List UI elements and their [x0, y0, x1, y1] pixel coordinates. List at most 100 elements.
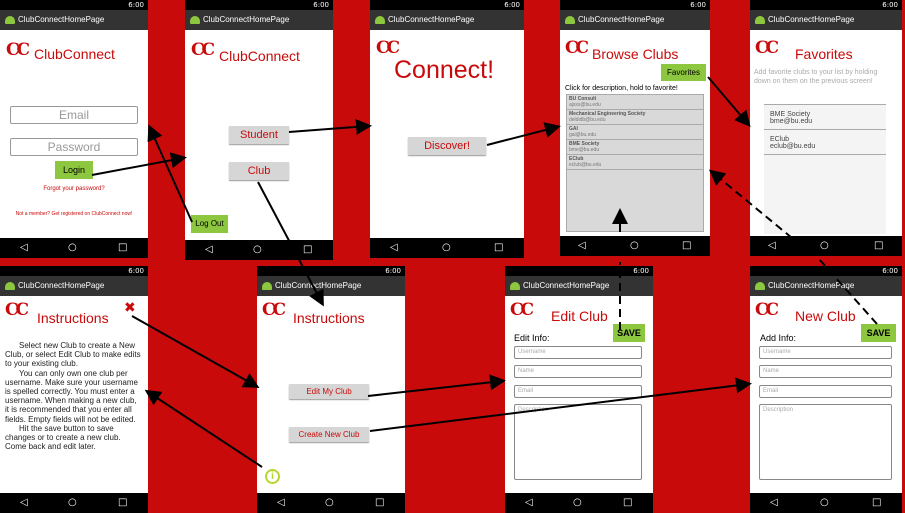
recent-apps-icon[interactable]: □ [118, 493, 127, 513]
home-icon[interactable]: ○ [820, 493, 829, 513]
home-icon[interactable]: ○ [68, 238, 77, 258]
status-bar: 6:00 [750, 0, 902, 10]
nav-bar: ◁ ○ □ [257, 493, 405, 513]
cc-logo: CC [755, 300, 779, 320]
android-icon [375, 16, 385, 24]
instructions-title: Instructions [37, 310, 109, 326]
list-item[interactable]: BU Consult ajsss@bu.edu [567, 95, 703, 110]
close-icon[interactable]: ✖ [124, 300, 136, 316]
home-icon[interactable]: ○ [442, 238, 451, 258]
recent-apps-icon[interactable]: □ [623, 493, 632, 513]
list-item[interactable]: EClub eclub@bu.edu [764, 130, 886, 155]
favorite-name: EClub [770, 136, 790, 143]
recent-apps-icon[interactable]: □ [872, 493, 881, 513]
favorite-name: BME Society [770, 111, 811, 118]
favorites-button[interactable]: Favorites [661, 64, 706, 81]
discover-button[interactable]: Discover! [408, 137, 486, 155]
club-email: eclub@bu.edu [569, 162, 602, 168]
back-icon[interactable]: ◁ [390, 238, 398, 258]
back-icon[interactable]: ◁ [277, 493, 285, 513]
home-icon[interactable]: ○ [253, 240, 262, 260]
favorite-email: eclub@bu.edu [770, 143, 816, 150]
email-field[interactable]: Email [514, 385, 642, 398]
create-new-club-button[interactable]: Create New Club [289, 427, 369, 442]
recent-apps-icon[interactable]: □ [375, 493, 384, 513]
logout-button[interactable]: Log Out [191, 215, 228, 233]
cc-logo: CC [565, 38, 589, 58]
android-icon [565, 16, 575, 24]
browse-hint: Click for description, hold to favorite! [565, 85, 678, 92]
register-link[interactable]: Not a member? Get registered on ClubConn… [0, 211, 148, 217]
home-icon[interactable]: ○ [820, 236, 829, 256]
action-bar-title: ClubConnectHomePage [203, 15, 290, 24]
name-field[interactable]: Name [514, 365, 642, 378]
home-icon[interactable]: ○ [68, 493, 77, 513]
list-item[interactable]: BME Society bme@bu.edu [567, 140, 703, 155]
action-bar: ClubConnectHomePage [560, 10, 710, 30]
action-bar: ClubConnectHomePage [370, 10, 524, 30]
back-icon[interactable]: ◁ [525, 493, 533, 513]
login-body: CC ClubConnect Email Password Login Forg… [0, 30, 148, 238]
back-icon[interactable]: ◁ [768, 236, 776, 256]
password-field[interactable]: Password [10, 138, 138, 156]
save-button[interactable]: SAVE [861, 324, 896, 342]
android-icon [262, 282, 272, 290]
status-bar: 6:00 [0, 0, 148, 10]
arrow-close-to-options [131, 315, 260, 388]
recent-apps-icon[interactable]: □ [682, 236, 691, 256]
android-icon [190, 16, 200, 24]
cc-logo: CC [376, 38, 400, 58]
back-icon[interactable]: ◁ [20, 238, 28, 258]
back-icon[interactable]: ◁ [205, 240, 213, 260]
add-info-label: Add Info: [760, 333, 797, 343]
cc-logo: CC [510, 300, 534, 320]
description-field[interactable]: Description [759, 404, 892, 480]
home-icon[interactable]: ○ [630, 236, 639, 256]
back-icon[interactable]: ◁ [20, 493, 28, 513]
list-item[interactable]: EClub eclub@bu.edu [567, 155, 703, 170]
nav-bar: ◁ ○ □ [185, 240, 333, 260]
save-button[interactable]: SAVE [613, 324, 645, 342]
recent-apps-icon[interactable]: □ [874, 236, 883, 256]
username-field[interactable]: Username [514, 346, 642, 359]
name-field[interactable]: Name [759, 365, 892, 378]
action-bar-title: ClubConnectHomePage [523, 281, 610, 290]
edit-club-title: Edit Club [551, 308, 608, 324]
instructions-screen: 6:00 ClubConnectHomePage CC Instructions… [0, 266, 148, 513]
back-icon[interactable]: ◁ [770, 493, 778, 513]
connect-body: CC Connect! Discover! [370, 30, 524, 238]
username-field[interactable]: Username [759, 346, 892, 359]
status-bar: 6:00 [0, 266, 148, 276]
student-button[interactable]: Student [229, 126, 289, 144]
recent-apps-icon[interactable]: □ [303, 240, 312, 260]
home-screen: 6:00 ClubConnectHomePage CC ClubConnect … [185, 0, 333, 260]
forgot-password-link[interactable]: Forgot your password? [0, 186, 148, 192]
recent-apps-icon[interactable]: □ [118, 238, 127, 258]
status-bar: 6:00 [560, 0, 710, 10]
email-field[interactable]: Email [759, 385, 892, 398]
back-icon[interactable]: ◁ [578, 236, 586, 256]
action-bar-title: ClubConnectHomePage [768, 15, 855, 24]
favorites-hint: Add favorite clubs to your list by holdi… [754, 69, 878, 85]
email-field[interactable]: Email [10, 106, 138, 124]
list-item[interactable]: GAI gai@bu.edu [567, 125, 703, 140]
home-icon[interactable]: ○ [325, 493, 334, 513]
club-options-screen: 6:00 ClubConnectHomePage CC Instructions… [257, 266, 405, 513]
instructions-text: Select new Club to create a New Club, or… [5, 341, 141, 451]
instructions-title: Instructions [293, 310, 365, 326]
recent-apps-icon[interactable]: □ [494, 238, 503, 258]
description-field[interactable]: Description [514, 404, 642, 480]
edit-my-club-button[interactable]: Edit My Club [289, 384, 369, 399]
connect-screen: 6:00 ClubConnectHomePage CC Connect! Dis… [370, 0, 524, 258]
list-item[interactable]: Mechanical Engineering Society deldidb@b… [567, 110, 703, 125]
instructions-paragraph: Select new Club to create a New Club, or… [5, 341, 141, 369]
cc-logo: CC [262, 300, 286, 320]
info-icon[interactable]: i [265, 469, 280, 484]
nav-bar: ◁ ○ □ [0, 493, 148, 513]
home-icon[interactable]: ○ [573, 493, 582, 513]
club-button[interactable]: Club [229, 162, 289, 180]
browse-clubs-screen: 6:00 ClubConnectHomePage CC Browse Clubs… [560, 0, 710, 256]
login-button[interactable]: Login [55, 161, 93, 179]
instructions-paragraph: Hit the save button to save changes or t… [5, 423, 121, 452]
list-item[interactable]: BME Society bme@bu.edu [764, 105, 886, 130]
